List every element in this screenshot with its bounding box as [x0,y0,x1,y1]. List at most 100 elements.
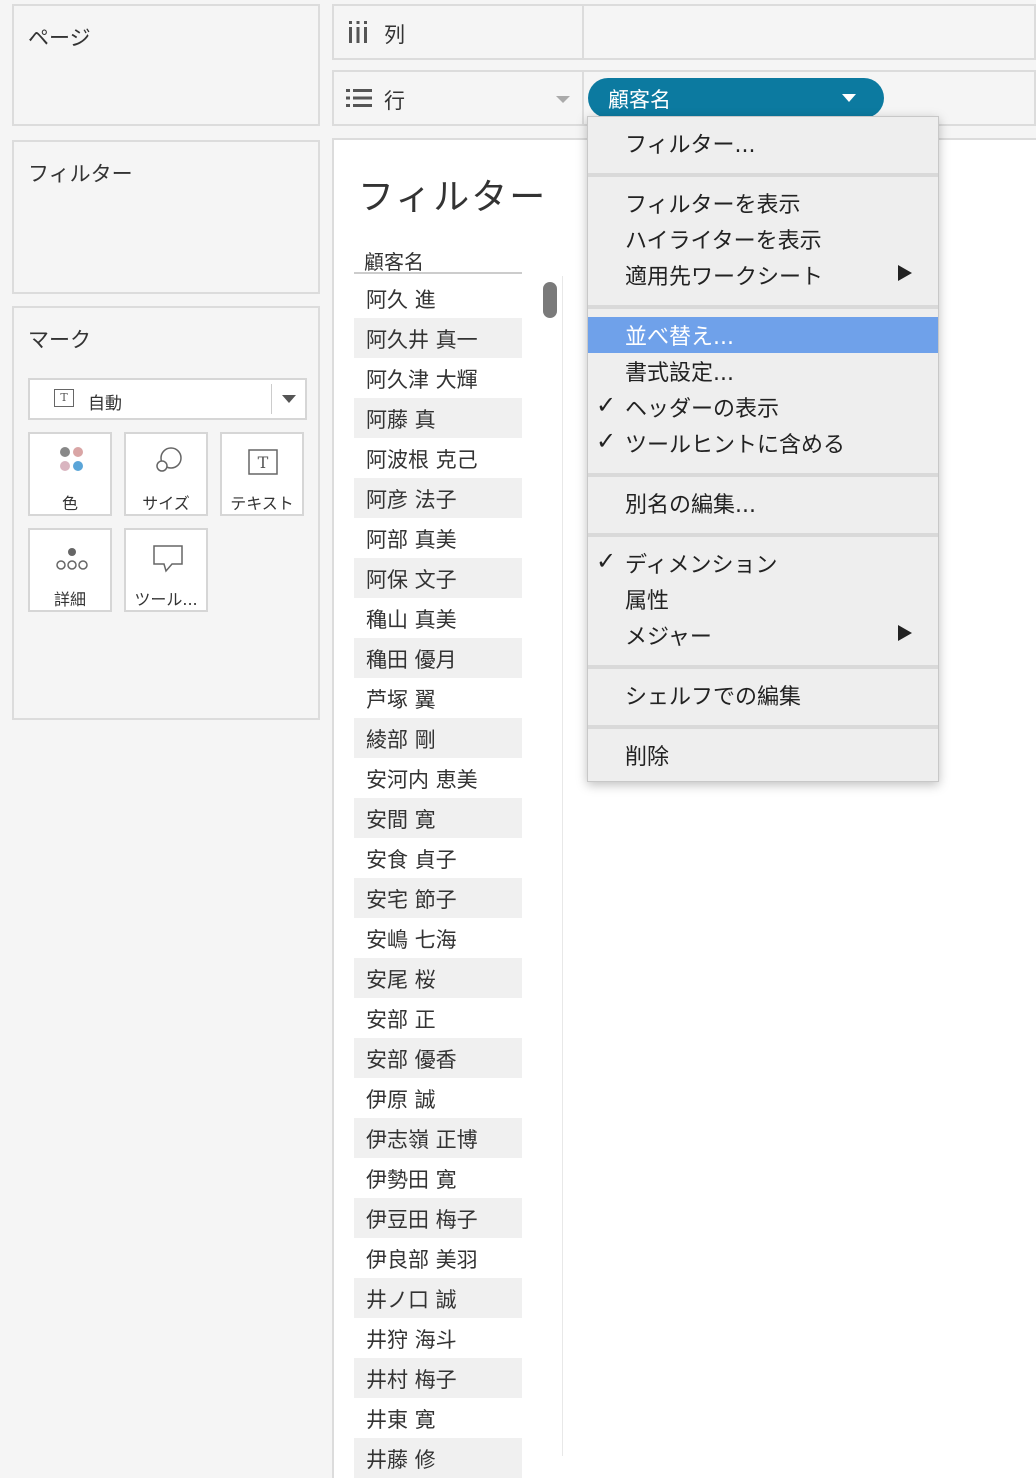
table-row[interactable]: 井東 寛 [354,1398,522,1438]
menu-item-label: ディメンション [625,553,778,578]
row-label: 安嶋 七海 [366,928,457,952]
row-label: 安食 貞子 [366,848,457,872]
row-label: 伊原 誠 [366,1088,436,1112]
table-row[interactable]: 伊志嶺 正博 [354,1118,522,1158]
size-icon [126,446,206,478]
row-label: 伊良部 美羽 [366,1248,478,1272]
menu-item-edit-aliases[interactable]: 別名の編集... [588,485,938,521]
table-row[interactable]: 阿保 文子 [354,558,522,598]
table-row[interactable]: 阿部 真美 [354,518,522,558]
row-label: 阿波根 克己 [366,448,478,472]
rows-icon [346,89,372,107]
tooltip-button[interactable]: ツール... [124,528,208,612]
tooltip-button-label: ツール... [134,590,198,609]
table-row[interactable]: 穐田 優月 [354,638,522,678]
filters-card[interactable]: フィルター [12,140,320,294]
table-row[interactable]: 安河内 恵美 [354,758,522,798]
menu-item-filter[interactable]: フィルター... [588,125,938,161]
columns-icon [349,21,367,43]
table-row[interactable]: 伊豆田 梅子 [354,1198,522,1238]
table-row[interactable]: 安尾 桜 [354,958,522,998]
table-row[interactable]: 安間 寛 [354,798,522,838]
row-label: 井東 寛 [366,1408,436,1432]
checkmark-icon: ✓ [596,391,617,419]
menu-item-label: 属性 [625,589,670,614]
menu-item-label: 別名の編集... [625,493,756,518]
rows-shelf-label-area: 行 [334,72,584,124]
table-row[interactable]: 伊原 誠 [354,1078,522,1118]
menu-item-measure[interactable]: メジャー [588,617,938,653]
menu-item-show-filter[interactable]: フィルターを表示 [588,185,938,221]
menu-item-attribute[interactable]: 属性 [588,581,938,617]
table-row[interactable]: 綾部 剛 [354,718,522,758]
color-button-label: 色 [61,494,78,513]
table-row[interactable]: 伊良部 美羽 [354,1238,522,1278]
marks-card: マーク T 自動 色 サイズ T テキスト 詳細 ツール... [12,306,320,720]
menu-item-label: ツールヒントに含める [625,433,846,458]
table-row[interactable]: 安嶋 七海 [354,918,522,958]
row-headers: 阿久 進 阿久井 真一 阿久津 大輝 阿藤 真 阿波根 克己 阿彦 法子 阿部 … [354,278,522,1478]
columns-shelf[interactable]: 列 [332,4,1036,60]
table-row[interactable]: 井村 梅子 [354,1358,522,1398]
detail-icon [30,542,110,574]
table-row[interactable]: 阿久 進 [354,278,522,318]
menu-separator [588,305,938,309]
filters-card-title: フィルター [28,162,133,186]
menu-item-label: ヘッダーの表示 [625,397,780,422]
table-row[interactable]: 伊勢田 寛 [354,1158,522,1198]
checkmark-icon: ✓ [596,547,617,575]
menu-item-apply-to-worksheets[interactable]: 適用先ワークシート [588,257,938,293]
checkmark-icon: ✓ [596,427,617,455]
color-button[interactable]: 色 [28,432,112,516]
row-label: 井狩 海斗 [366,1328,457,1352]
table-row[interactable]: 安宅 節子 [354,878,522,918]
table-row[interactable]: 芦塚 翼 [354,678,522,718]
row-label: 安宅 節子 [366,888,457,912]
worksheet-title: フィルター [358,177,548,218]
table-row[interactable]: 阿波根 克己 [354,438,522,478]
table-row[interactable]: 阿久津 大輝 [354,358,522,398]
vertical-scrollbar[interactable] [530,276,563,1456]
table-row[interactable]: 阿彦 法子 [354,478,522,518]
chevron-down-icon[interactable] [842,94,856,102]
text-button[interactable]: T テキスト [220,432,304,516]
row-label: 綾部 剛 [366,728,436,752]
menu-item-label: 並べ替え... [625,325,734,350]
row-label: 穐山 真美 [366,608,457,632]
menu-item-include-in-tooltip[interactable]: ✓ ツールヒントに含める [588,425,938,461]
menu-item-dimension[interactable]: ✓ ディメンション [588,545,938,581]
table-row[interactable]: 安部 正 [354,998,522,1038]
menu-item-remove[interactable]: 削除 [588,737,938,773]
table-row[interactable]: 阿藤 真 [354,398,522,438]
table-row[interactable]: 阿久井 真一 [354,318,522,358]
row-label: 阿部 真美 [366,528,457,552]
menu-item-edit-in-shelf[interactable]: シェルフでの編集 [588,677,938,713]
svg-text:T: T [258,453,269,472]
submenu-arrow-icon [898,625,912,641]
table-row[interactable]: 井狩 海斗 [354,1318,522,1358]
size-button[interactable]: サイズ [124,432,208,516]
columns-shelf-label-area: 列 [334,6,584,58]
menu-item-sort[interactable]: 並べ替え... [588,317,938,353]
column-header[interactable]: 顧客名 [354,244,522,274]
menu-item-format[interactable]: 書式設定... [588,353,938,389]
table-row[interactable]: 井ノ口 誠 [354,1278,522,1318]
text-icon: T [222,446,302,478]
menu-item-show-highlighter[interactable]: ハイライターを表示 [588,221,938,257]
table-row[interactable]: 穐山 真美 [354,598,522,638]
row-label: 安部 正 [366,1008,436,1032]
table-row[interactable]: 安部 優香 [354,1038,522,1078]
scrollbar-thumb[interactable] [543,282,557,318]
chevron-down-icon[interactable] [282,395,296,403]
table-row[interactable]: 井藤 修 [354,1438,522,1478]
mark-type-label: 自動 [88,394,122,414]
mark-type-dropdown[interactable]: T 自動 [28,378,307,420]
customer-name-pill[interactable]: 顧客名 [588,78,884,118]
menu-item-show-header[interactable]: ✓ ヘッダーの表示 [588,389,938,425]
dropdown-separator [271,384,272,414]
table-row[interactable]: 安食 貞子 [354,838,522,878]
rows-shelf-dropdown-icon[interactable] [556,96,570,103]
menu-item-label: シェルフでの編集 [625,685,802,710]
row-label: 安尾 桜 [366,968,436,992]
detail-button[interactable]: 詳細 [28,528,112,612]
